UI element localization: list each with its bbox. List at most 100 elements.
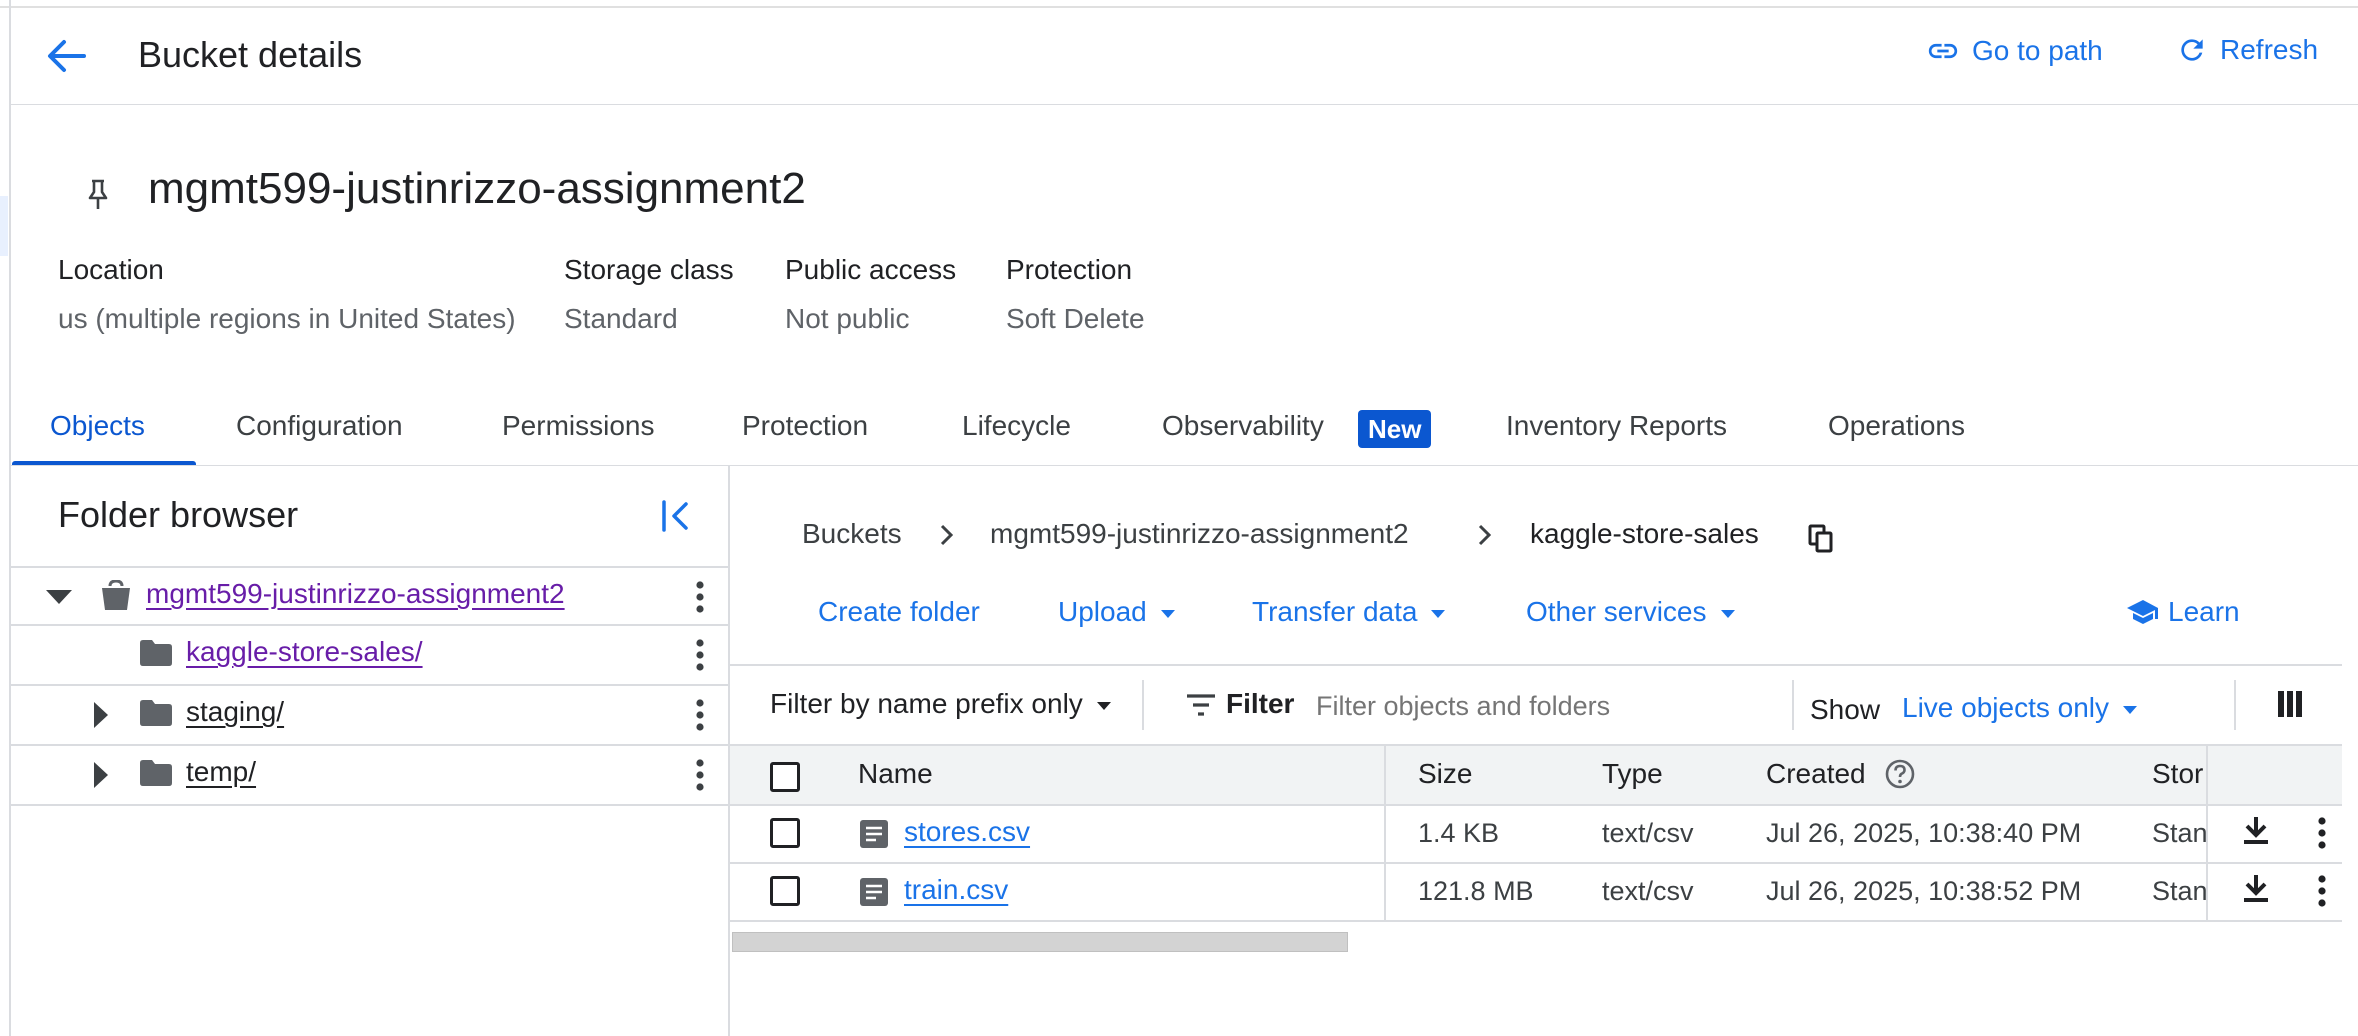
- location-value: us (multiple regions in United States): [58, 303, 516, 334]
- chevron-right-icon: [940, 524, 954, 546]
- filter-separator: [2234, 680, 2236, 730]
- new-badge: New: [1358, 410, 1432, 448]
- tree-bucket-link[interactable]: mgmt599-justinrizzo-assignment2: [146, 578, 565, 610]
- filter-label: Filter: [1226, 688, 1295, 719]
- filter-input[interactable]: [1316, 682, 1776, 730]
- more-vert-icon[interactable]: [696, 758, 704, 792]
- tab-permissions[interactable]: Permissions: [502, 410, 654, 442]
- storage-class-value: Standard: [564, 303, 678, 334]
- create-folder-label: Create folder: [818, 596, 980, 627]
- other-services-label: Other services: [1526, 596, 1707, 627]
- show-objects-dropdown[interactable]: Live objects only: [1902, 692, 2138, 724]
- filter-separator: [1142, 680, 1144, 730]
- file-icon: [860, 820, 888, 848]
- horizontal-scrollbar[interactable]: [732, 932, 1348, 952]
- tree-temp-link[interactable]: temp/: [186, 756, 256, 788]
- tab-configuration[interactable]: Configuration: [236, 410, 403, 442]
- other-services-menu-button[interactable]: Other services: [1526, 596, 1735, 628]
- download-icon[interactable]: [2242, 874, 2270, 904]
- tab-inventory-reports[interactable]: Inventory Reports: [1506, 410, 1727, 442]
- tab-observability[interactable]: Observability: [1162, 410, 1324, 442]
- back-button[interactable]: [44, 36, 88, 76]
- caret-down-icon: [1431, 610, 1446, 618]
- breadcrumb-bucket[interactable]: mgmt599-justinrizzo-assignment2: [990, 518, 1409, 550]
- refresh-button[interactable]: Refresh: [2176, 34, 2318, 66]
- arrow-back-icon: [48, 40, 86, 72]
- storage-class-cell: Stan: [2152, 876, 2206, 906]
- pin-icon[interactable]: [86, 178, 110, 212]
- row-divider: [730, 804, 2342, 806]
- tree-item-kaggle-store-sales[interactable]: kaggle-store-sales/: [10, 626, 728, 684]
- folder-browser-title: Folder browser: [58, 494, 299, 535]
- caret-down-icon: [1720, 610, 1735, 618]
- learn-label: Learn: [2168, 596, 2240, 627]
- public-access-value: Not public: [785, 303, 910, 334]
- caret-down-icon[interactable]: [46, 590, 72, 606]
- refresh-icon: [2181, 39, 2203, 61]
- caret-down-icon: [2123, 706, 2138, 714]
- column-header-name[interactable]: Name: [858, 758, 933, 790]
- filter-mode-label: Filter by name prefix only: [770, 688, 1083, 719]
- download-icon[interactable]: [2242, 816, 2270, 846]
- caret-right-icon[interactable]: [94, 762, 110, 788]
- folder-icon: [140, 640, 172, 666]
- copy-icon[interactable]: [1808, 524, 1834, 554]
- tree-item-bucket[interactable]: mgmt599-justinrizzo-assignment2: [10, 568, 728, 626]
- caret-down-icon: [1160, 610, 1175, 618]
- caret-right-icon[interactable]: [94, 702, 110, 728]
- upload-menu-button[interactable]: Upload: [1058, 596, 1175, 628]
- filter-separator: [1792, 680, 1794, 730]
- collapse-panel-button[interactable]: [660, 498, 690, 534]
- created-cell: Jul 26, 2025, 10:38:40 PM: [1766, 818, 2082, 848]
- file-icon: [860, 878, 888, 906]
- tree-item-temp[interactable]: temp/: [10, 746, 728, 804]
- go-to-path-button[interactable]: Go to path: [1926, 34, 2103, 68]
- public-access-label: Public access: [785, 254, 957, 285]
- created-cell: Jul 26, 2025, 10:38:52 PM: [1766, 876, 2082, 906]
- link-icon: [1928, 43, 1958, 59]
- tab-protection[interactable]: Protection: [742, 410, 868, 442]
- filter-mode-dropdown[interactable]: Filter by name prefix only: [770, 688, 1111, 720]
- left-rail-indicator: [0, 196, 8, 256]
- tree-divider: [10, 804, 728, 806]
- upload-label: Upload: [1058, 596, 1147, 627]
- collapse-left-icon: [662, 500, 688, 532]
- more-vert-icon[interactable]: [696, 698, 704, 732]
- size-cell: 121.8 MB: [1418, 876, 1534, 906]
- storage-class-cell: Stan: [2152, 818, 2206, 848]
- tree-kaggle-store-sales-link[interactable]: kaggle-store-sales/: [186, 636, 423, 668]
- column-header-size[interactable]: Size: [1418, 758, 1472, 790]
- row-divider: [730, 920, 2342, 922]
- tab-lifecycle[interactable]: Lifecycle: [962, 410, 1071, 442]
- more-vert-icon[interactable]: [696, 580, 704, 614]
- select-all-checkbox[interactable]: [770, 762, 800, 792]
- learn-button[interactable]: Learn: [2126, 596, 2240, 628]
- type-cell: text/csv: [1602, 876, 1694, 906]
- row-checkbox[interactable]: [770, 876, 800, 906]
- help-icon[interactable]: [1884, 758, 1916, 790]
- create-folder-button[interactable]: Create folder: [818, 596, 980, 628]
- breadcrumb-current-folder: kaggle-store-sales: [1530, 518, 1759, 549]
- column-divider: [2206, 746, 2208, 922]
- column-header-storage-class[interactable]: Stor: [2152, 758, 2208, 790]
- location-label: Location: [58, 254, 164, 285]
- file-link-train[interactable]: train.csv: [904, 874, 1008, 906]
- breadcrumb-buckets[interactable]: Buckets: [802, 518, 902, 550]
- tab-operations[interactable]: Operations: [1828, 410, 1965, 442]
- more-vert-icon[interactable]: [696, 638, 704, 672]
- header-divider: [10, 104, 2358, 105]
- bucket-name: mgmt599-justinrizzo-assignment2: [148, 164, 806, 213]
- more-vert-icon[interactable]: [2318, 874, 2326, 908]
- row-checkbox[interactable]: [770, 818, 800, 848]
- more-vert-icon[interactable]: [2318, 816, 2326, 850]
- column-display-icon[interactable]: [2278, 690, 2302, 718]
- tab-objects[interactable]: Objects: [50, 410, 145, 442]
- tree-item-staging[interactable]: staging/: [10, 686, 728, 744]
- file-link-stores[interactable]: stores.csv: [904, 816, 1030, 848]
- transfer-data-menu-button[interactable]: Transfer data: [1252, 596, 1446, 628]
- column-header-type[interactable]: Type: [1602, 758, 1663, 790]
- filter-list-icon[interactable]: [1186, 694, 1216, 716]
- column-header-created[interactable]: Created: [1766, 758, 1866, 790]
- tree-staging-link[interactable]: staging/: [186, 696, 284, 728]
- protection-label: Protection: [1006, 254, 1133, 285]
